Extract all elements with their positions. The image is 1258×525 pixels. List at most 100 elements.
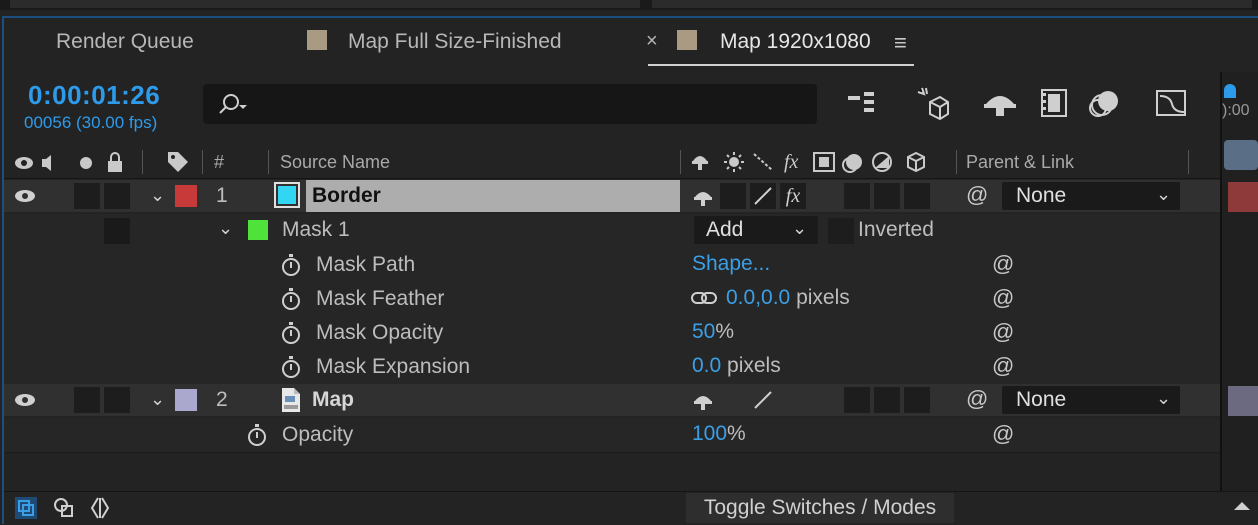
pick-whip-icon[interactable]: @ (966, 182, 988, 208)
parent-dropdown[interactable]: None ⌄ (1002, 386, 1180, 414)
layer-number: 2 (216, 388, 228, 411)
column-header-row: # Source Name fx Parent & Link (4, 146, 1220, 179)
jpeg-file-icon (282, 388, 300, 412)
frame-blend-switch[interactable] (844, 387, 870, 413)
close-tab-icon[interactable]: × (646, 30, 658, 53)
tab-render-queue[interactable]: Render Queue (56, 30, 194, 54)
inverted-checkbox[interactable] (828, 218, 854, 244)
solo-switch[interactable] (74, 387, 100, 413)
effects-switch[interactable]: fx (780, 183, 806, 209)
mask-expansion-value[interactable]: 0.0 pixels (692, 354, 781, 378)
tab-menu-icon[interactable]: ≡ (894, 30, 907, 56)
solo-switch[interactable] (74, 183, 100, 209)
label-color-swatch[interactable] (175, 185, 197, 207)
shy-layers-icon[interactable] (982, 90, 1018, 118)
visibility-eye-icon[interactable] (14, 393, 36, 407)
parent-dropdown[interactable]: None ⌄ (1002, 182, 1180, 210)
mask-path-value[interactable]: Shape... (692, 252, 770, 276)
pick-whip-icon[interactable]: @ (992, 353, 1014, 379)
lock-switch[interactable] (104, 387, 130, 413)
mask-row[interactable]: ⌄ Mask 1 Add ⌄ Inverted (4, 214, 1220, 249)
frame-blending-icon[interactable] (1038, 88, 1072, 118)
stopwatch-icon[interactable] (282, 288, 300, 310)
motion-blur-icon[interactable] (1088, 88, 1122, 118)
frame-blend-switch[interactable] (844, 183, 870, 209)
search-icon (219, 94, 247, 114)
mask-opacity-row[interactable]: Mask Opacity 50% @ (4, 316, 1220, 351)
mask-path-row[interactable]: Mask Path Shape... @ (4, 248, 1220, 283)
mask-opacity-value[interactable]: 50% (692, 320, 734, 344)
visibility-eye-icon[interactable] (14, 189, 36, 203)
frame-rate-readout: 00056 (30.00 fps) (24, 113, 158, 132)
expand-chevron-icon[interactable]: ⌄ (150, 389, 165, 410)
layer-row-2[interactable]: ⌄ 2 Map @ None ⌄ (4, 384, 1220, 416)
pick-whip-icon[interactable]: @ (992, 251, 1014, 277)
stopwatch-icon[interactable] (282, 254, 300, 276)
stopwatch-icon[interactable] (282, 322, 300, 344)
active-tab-indicator (648, 64, 914, 66)
pick-whip-icon[interactable]: @ (992, 285, 1014, 311)
mask-lock-switch[interactable] (104, 218, 130, 244)
layer-1-duration-bar[interactable] (1228, 182, 1258, 212)
mask-mode-dropdown[interactable]: Add ⌄ (694, 216, 818, 244)
pick-whip-icon[interactable]: @ (992, 421, 1014, 447)
layer-row-1[interactable]: ⌄ 1 Border fx @ None ⌄ (4, 180, 1220, 212)
transfer-controls-pane-icon[interactable] (52, 496, 76, 520)
mask-feather-row[interactable]: Mask Feather 0.0,0.0 pixels @ (4, 282, 1220, 317)
quality-switch[interactable] (750, 387, 776, 413)
composition-swatch-icon (677, 30, 697, 50)
graph-editor-icon[interactable] (1154, 88, 1190, 118)
chevron-down-icon: ⌄ (1156, 184, 1172, 204)
motion-blur-switch[interactable] (874, 387, 900, 413)
source-name-header[interactable]: Source Name (280, 152, 390, 173)
mask-expansion-row[interactable]: Mask Expansion 0.0 pixels @ (4, 350, 1220, 385)
chevron-down-icon: ⌄ (1156, 388, 1172, 408)
label-color-swatch[interactable] (175, 389, 197, 411)
composition-mini-flowchart-icon[interactable] (846, 88, 882, 118)
expand-chevron-icon[interactable]: ⌄ (218, 218, 233, 239)
layer-2-duration-bar[interactable] (1228, 386, 1258, 416)
in-out-duration-pane-icon[interactable] (88, 496, 112, 520)
parent-link-header[interactable]: Parent & Link (966, 152, 1074, 173)
zoom-out-triangle-icon[interactable] (1232, 500, 1252, 512)
draft-3d-icon[interactable] (914, 86, 950, 120)
current-time[interactable]: 0:00:01:26 (28, 80, 160, 111)
constrain-proportions-link-icon[interactable] (690, 290, 718, 306)
pick-whip-icon[interactable]: @ (992, 319, 1014, 345)
quality-switch[interactable] (750, 183, 776, 209)
opacity-value[interactable]: 100% (692, 422, 746, 446)
expand-chevron-icon[interactable]: ⌄ (150, 185, 165, 206)
stopwatch-icon[interactable] (248, 424, 266, 446)
opacity-row[interactable]: Opacity 100% @ (4, 418, 1220, 453)
mask-feather-value[interactable]: 0.0,0.0 pixels (726, 286, 850, 310)
lock-switch[interactable] (104, 183, 130, 209)
top-strip (0, 0, 1258, 10)
search-input[interactable] (253, 88, 807, 122)
collapse-switch[interactable] (720, 183, 746, 209)
timeline-area[interactable]: ):00 (1222, 72, 1258, 492)
stopwatch-icon[interactable] (282, 356, 300, 378)
adjustment-switch[interactable] (904, 387, 930, 413)
mask-name[interactable]: Mask 1 (282, 218, 350, 242)
pick-whip-icon[interactable]: @ (966, 386, 988, 412)
layer-switches-pane-icon[interactable] (14, 496, 38, 520)
tab-map-full-size[interactable]: Map Full Size-Finished (348, 30, 562, 54)
adjustment-switch[interactable] (904, 183, 930, 209)
shy-switch-icon[interactable] (692, 186, 716, 208)
property-name: Mask Expansion (316, 355, 471, 378)
ruler-label: ):00 (1222, 102, 1250, 119)
tab-map-1920[interactable]: Map 1920x1080 (720, 30, 871, 54)
layer-name[interactable]: Map (312, 388, 354, 412)
chevron-down-icon: ⌄ (792, 218, 808, 238)
motion-blur-switch[interactable] (874, 183, 900, 209)
solid-source-swatch (274, 182, 300, 208)
shy-switch-icon[interactable] (692, 390, 716, 412)
search-field[interactable] (203, 84, 817, 124)
toggle-switches-modes-button[interactable]: Toggle Switches / Modes (686, 493, 954, 523)
layer-name-field[interactable]: Border (306, 180, 680, 212)
current-time-indicator-head[interactable] (1224, 140, 1258, 170)
work-area-start-handle[interactable] (1224, 84, 1236, 98)
svg-text:fx: fx (784, 151, 799, 173)
property-name: Opacity (282, 423, 354, 446)
mask-color-swatch[interactable] (248, 220, 268, 240)
